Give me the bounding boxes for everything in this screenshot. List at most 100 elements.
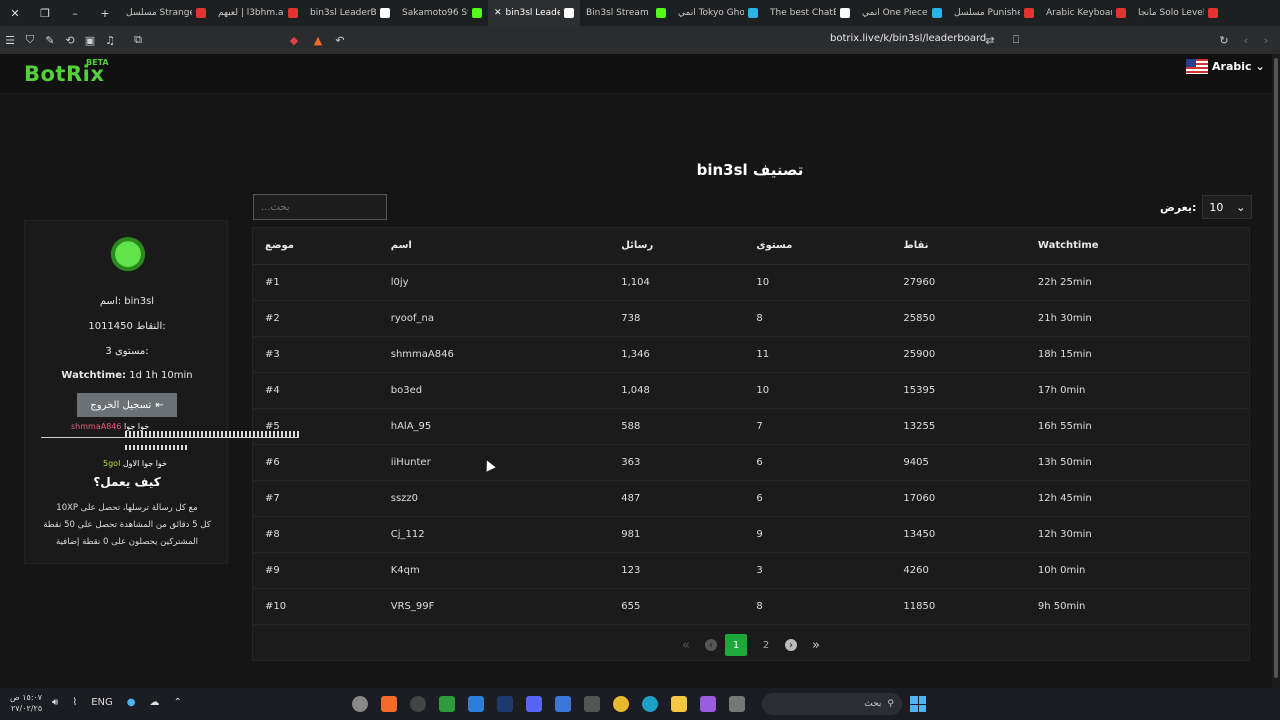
- obs-app-icon[interactable]: [410, 696, 426, 712]
- entries-select[interactable]: 10 ⌄: [1202, 195, 1253, 219]
- table-cell: 123: [609, 552, 745, 589]
- copilot-app-icon[interactable]: [700, 696, 716, 712]
- back-icon[interactable]: ‹: [1236, 30, 1256, 50]
- tab-manager-icon[interactable]: ⧉: [128, 30, 148, 50]
- table-cell: sszz0: [378, 480, 610, 517]
- browser-tab[interactable]: لعبهم | l3bhm.app: [212, 0, 304, 26]
- close-tab-icon[interactable]: ✕: [494, 8, 502, 18]
- browser-tab[interactable]: ✕bin3sl Leaderboard: [488, 0, 580, 26]
- browser-tab[interactable]: Bin3sl Stream - Kick: [580, 0, 672, 26]
- table-cell: shmmaA846: [378, 336, 610, 373]
- browser-toolbar: ☰ ⛉ ✎ ⟲ ▣ ♫ ⧉ ◆ ▲ ↶ botrix.live/k/bin3sl…: [0, 26, 1280, 54]
- mic-icon[interactable]: ●: [127, 697, 136, 708]
- discord-app-icon[interactable]: [526, 696, 542, 712]
- tab-label: Bin3sl Stream - Kick: [586, 8, 652, 18]
- column-header[interactable]: اسم: [378, 228, 610, 265]
- browser-tab[interactable]: The best ChatBot: [764, 0, 856, 26]
- table-cell: 4260: [891, 552, 1026, 589]
- reload-icon[interactable]: ↻: [1214, 30, 1234, 50]
- volume-icon[interactable]: 🔊︎: [52, 697, 58, 708]
- settings-app-icon[interactable]: [352, 696, 368, 712]
- browser-tab[interactable]: مانجا Solo Leveling 135: [1132, 0, 1224, 26]
- column-header[interactable]: رسائل: [609, 228, 745, 265]
- brave-app-icon[interactable]: [381, 696, 397, 712]
- browser-tab[interactable]: انمي Tokyo Ghoul:re: [672, 0, 764, 26]
- tab-favicon-icon: [1116, 8, 1126, 18]
- table-cell: 25850: [891, 300, 1026, 337]
- adblock-icon[interactable]: ◆: [284, 30, 304, 50]
- tab-favicon-icon: [1208, 8, 1218, 18]
- calculator-app-icon[interactable]: [584, 696, 600, 712]
- page-2-button[interactable]: 2: [755, 634, 777, 656]
- logout-icon: ⇤: [155, 399, 164, 411]
- chrome-app-icon[interactable]: [613, 696, 629, 712]
- address-bar[interactable]: botrix.live/k/bin3sl/leaderboard: [830, 33, 986, 44]
- page-scrollbar[interactable]: [1272, 54, 1280, 688]
- steam-app-icon[interactable]: [497, 696, 513, 712]
- next-page-button[interactable]: ›: [785, 639, 797, 651]
- tab-favicon-icon: [380, 8, 390, 18]
- table-row: #4 bo3ed 1,048 10 15395 17h 0min: [253, 372, 1249, 409]
- menu-icon[interactable]: ☰: [0, 30, 20, 50]
- extensions-icon[interactable]: ✎: [40, 30, 60, 50]
- taskbar-search[interactable]: بحث ⚲: [762, 693, 902, 715]
- bookmark-icon[interactable]: ⎕: [1006, 30, 1026, 50]
- chat-overlay-message: shmmaA846 خوا جوا: [71, 422, 149, 431]
- app-icon[interactable]: [468, 696, 484, 712]
- start-icon[interactable]: [910, 696, 926, 712]
- table-cell: 11: [744, 336, 892, 373]
- first-page-button[interactable]: «: [675, 634, 697, 656]
- table-cell: 655: [609, 588, 745, 625]
- column-header[interactable]: Watchtime: [1025, 228, 1249, 265]
- table-cell: 10: [744, 264, 892, 301]
- new-tab-icon[interactable]: +: [90, 7, 120, 20]
- tab-favicon-icon: [840, 8, 850, 18]
- browser-tab[interactable]: مسلسل Stranger Things: [120, 0, 212, 26]
- table-cell: 12h 30min: [1025, 516, 1249, 553]
- input-language[interactable]: ENG: [91, 697, 113, 708]
- reload-back-icon[interactable]: ↶: [330, 30, 350, 50]
- table-cell: 6: [744, 444, 892, 481]
- shield-icon[interactable]: ⛉: [20, 30, 40, 50]
- wifi-icon[interactable]: ⌇: [72, 697, 77, 708]
- prev-page-button[interactable]: ‹: [705, 639, 717, 651]
- table-cell: 22h 25min: [1025, 264, 1249, 301]
- restore-window-icon[interactable]: ❐: [30, 7, 60, 20]
- last-page-button[interactable]: »: [805, 634, 827, 656]
- browser-tab[interactable]: Arabic Keyboard: [1040, 0, 1132, 26]
- page-1-button[interactable]: 1: [725, 634, 747, 656]
- edge-app-icon[interactable]: [642, 696, 658, 712]
- cloud-icon[interactable]: ☁: [150, 697, 160, 708]
- logout-button[interactable]: تسجيل الخروج ⇤: [77, 393, 177, 417]
- page-title: bin3sl تصنيف: [696, 161, 804, 179]
- tab-label: مانجا Solo Leveling 135: [1138, 8, 1204, 18]
- chevron-up-icon[interactable]: ⌃: [174, 697, 182, 708]
- scrollbar-thumb[interactable]: [1274, 58, 1278, 678]
- browser-tab[interactable]: Sakamoto96 Stream: [396, 0, 488, 26]
- sidebar-icon[interactable]: ▣: [80, 30, 100, 50]
- language-selector[interactable]: Arabic ⌄: [1186, 59, 1265, 74]
- column-header[interactable]: موضع: [253, 228, 379, 265]
- column-header[interactable]: نقاط: [891, 228, 1026, 265]
- clock[interactable]: ١٥:٠٧ ص ٢٧/٠٢/٢٥: [10, 692, 42, 714]
- browser-tab[interactable]: bin3sl LeaderBoard: [304, 0, 396, 26]
- minimize-window-icon[interactable]: –: [60, 7, 90, 20]
- music-icon[interactable]: ♫: [100, 30, 120, 50]
- tab-favicon-icon: [748, 8, 758, 18]
- browser-tab[interactable]: مسلسل Punisher: [948, 0, 1040, 26]
- close-window-icon[interactable]: ✕: [0, 7, 30, 20]
- history-icon[interactable]: ⟲: [60, 30, 80, 50]
- search-input[interactable]: [253, 194, 387, 220]
- forward-icon[interactable]: ›: [1256, 30, 1276, 50]
- brave-rewards-icon[interactable]: ▲: [308, 30, 328, 50]
- site-header: BotRix BETA Arabic ⌄: [0, 54, 1272, 94]
- store-app-icon[interactable]: [555, 696, 571, 712]
- column-header[interactable]: مستوى: [744, 228, 892, 265]
- xbox-app-icon[interactable]: [439, 696, 455, 712]
- file-explorer-icon[interactable]: [671, 696, 687, 712]
- table-cell: Cj_112: [378, 516, 610, 553]
- browser-tab[interactable]: انمي One Piece: [856, 0, 948, 26]
- share-icon[interactable]: ⇄: [980, 30, 1000, 50]
- app-icon-2[interactable]: [729, 696, 745, 712]
- table-cell: 15395: [891, 372, 1026, 409]
